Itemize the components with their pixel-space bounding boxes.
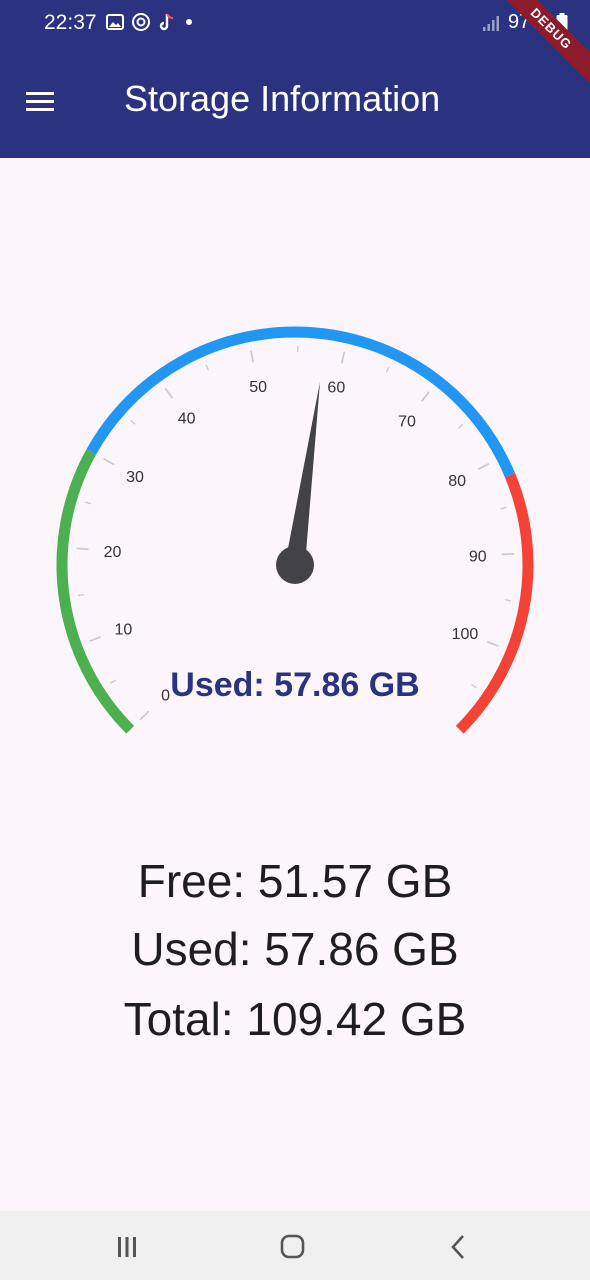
gauge-used-label: Used: 57.86 GB bbox=[170, 666, 419, 704]
status-time: 22:37 bbox=[44, 11, 97, 34]
app-icon bbox=[132, 13, 150, 31]
gauge-tick bbox=[500, 506, 507, 510]
gauge-tick-label: 10 bbox=[114, 622, 132, 639]
gauge-tick bbox=[130, 419, 136, 425]
gauge-tick bbox=[110, 679, 117, 684]
gauge-tick bbox=[421, 391, 430, 402]
gauge-range-arc-0 bbox=[56, 449, 135, 734]
used-space-text: Used: 57.86 GB bbox=[131, 923, 459, 975]
gauge-tick-label: 40 bbox=[178, 411, 196, 428]
gauge-tick bbox=[76, 547, 89, 551]
gauge-tick bbox=[457, 423, 464, 429]
menu-icon[interactable] bbox=[24, 89, 56, 113]
gauge-tick-label: 50 bbox=[249, 379, 267, 396]
recents-icon[interactable] bbox=[107, 1227, 147, 1267]
gauge-tick bbox=[486, 640, 499, 647]
gauge-tick-label: 100 bbox=[452, 626, 479, 643]
gauge-needle-knob bbox=[276, 546, 314, 584]
gauge-tick bbox=[78, 594, 85, 597]
page-title: Storage Information bbox=[124, 78, 441, 119]
gauge-range-arc-2 bbox=[455, 473, 534, 734]
gauge-tick-label: 90 bbox=[469, 549, 487, 566]
gauge-needle bbox=[285, 381, 321, 567]
gauge-tick-label: 30 bbox=[126, 469, 144, 486]
signal-icon bbox=[482, 15, 499, 31]
status-icons-left bbox=[106, 12, 195, 32]
total-space-text: Total: 109.42 GB bbox=[123, 993, 467, 1045]
gauge-tick bbox=[164, 388, 174, 399]
gauge-tick bbox=[250, 350, 255, 363]
storage-gauge: 0 10 20 30 40 50 60 70 80 90 100 Used: 57.86 GB bbox=[56, 326, 534, 734]
gauge-tick-label: 60 bbox=[327, 380, 345, 397]
gauge-tick bbox=[89, 636, 102, 642]
gauge-tick bbox=[85, 501, 92, 505]
free-space-text: Free: 51.57 GB bbox=[137, 855, 453, 907]
gallery-icon bbox=[106, 14, 124, 30]
gauge-tick bbox=[478, 462, 490, 470]
gauge-tick bbox=[340, 351, 346, 364]
gauge-tick-label: 70 bbox=[398, 413, 416, 430]
gauge-tick-label: 0 bbox=[161, 687, 170, 704]
gauge-tick bbox=[471, 683, 477, 689]
gauge-range-arc-1 bbox=[86, 326, 516, 478]
tiktok-icon bbox=[159, 13, 174, 31]
gauge-tick bbox=[205, 364, 210, 371]
gauge-tick bbox=[385, 366, 390, 373]
gauge-tick-label: 80 bbox=[448, 473, 466, 490]
gauge-tick-label: 20 bbox=[104, 544, 122, 561]
gauge-tick bbox=[501, 553, 514, 556]
notification-dot-icon bbox=[186, 19, 192, 25]
gauge-tick bbox=[139, 710, 150, 721]
gauge-tick bbox=[505, 599, 512, 602]
app-bar: 22:37 97% bbox=[0, 0, 590, 158]
gauge-tick bbox=[103, 458, 115, 466]
home-icon[interactable] bbox=[272, 1227, 312, 1267]
back-icon[interactable] bbox=[438, 1227, 478, 1267]
navigation-bar bbox=[0, 1211, 590, 1280]
